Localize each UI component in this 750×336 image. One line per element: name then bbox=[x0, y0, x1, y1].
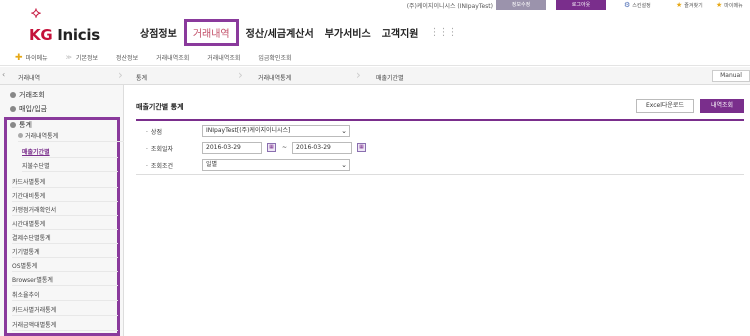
all-menu-grid-icon[interactable]: ⋮⋮⋮ bbox=[430, 27, 458, 38]
sidebar-item-payment-method[interactable]: 지불수단별 bbox=[22, 161, 118, 172]
form-row-condition: 조회조건 일별⌄ bbox=[136, 157, 744, 173]
condition-select[interactable]: 일별 ⌄ bbox=[202, 159, 350, 171]
info-edit-button[interactable]: 정보수정 bbox=[496, 0, 546, 10]
sidebar-item[interactable]: 거래금액대별통계 bbox=[12, 320, 118, 331]
subnav-item-basic-info[interactable]: 기본정보 bbox=[76, 53, 98, 62]
breadcrumb-item-stats[interactable]: 통계 bbox=[136, 73, 147, 82]
breadcrumb-separator-icon: › bbox=[356, 68, 361, 82]
condition-field-label: 조회조건 bbox=[146, 161, 173, 170]
sidebar-item[interactable]: OS별통계 bbox=[12, 261, 118, 272]
date-from-input[interactable]: 2016-03-29 bbox=[202, 142, 262, 154]
excel-download-button[interactable]: Excel다운로드 bbox=[636, 99, 694, 113]
sidebar: 거래조회 매입/입금 통계 거래내역통계 매출기간별 지불수단별 카드사별통계 … bbox=[0, 85, 124, 336]
subnav-item-deposit[interactable]: 입금확인조회 bbox=[258, 53, 291, 62]
subnav-item-transactions-1[interactable]: 거래내역조회 bbox=[156, 53, 189, 62]
star-icon: ★ bbox=[716, 1, 723, 9]
sidebar-item[interactable]: 시간대별통계 bbox=[12, 219, 118, 230]
my-menu-item[interactable]: 마이메뉴 bbox=[26, 53, 48, 62]
favorites-link[interactable]: ★ 즐겨찾기 bbox=[676, 1, 703, 9]
chevron-left-icon[interactable]: ‹ bbox=[2, 70, 5, 79]
main-content: 매출기간별 통계 Excel다운로드 내역조회 상점 INIpayTest[(주… bbox=[124, 85, 750, 336]
date-field-label: 조회일자 bbox=[146, 144, 173, 153]
sub-navigation: ✚ 마이메뉴 ≫ 기본정보 정산정보 거래내역조회 거래내역조회 입금확인조회 bbox=[0, 50, 750, 66]
sidebar-group-stats[interactable]: 통계 bbox=[10, 120, 32, 130]
sidebar-item[interactable]: Browser별통계 bbox=[12, 275, 118, 286]
sidebar-item[interactable]: 카드사별통계 bbox=[12, 177, 118, 188]
date-range-separator: ~ bbox=[282, 144, 288, 151]
date-to-input[interactable]: 2016-03-29 bbox=[292, 142, 352, 154]
page-title: 매출기간별 통계 bbox=[136, 103, 184, 111]
breadcrumb-section: 거래내역 bbox=[18, 75, 41, 82]
breadcrumb-item-tx-stats[interactable]: 거래내역통계 bbox=[258, 73, 291, 82]
store-select[interactable]: INIpayTest[(주)케이지이니시스] ⌄ bbox=[202, 125, 350, 137]
skin-settings-link[interactable]: ⚙ 스킨설정 bbox=[624, 1, 651, 9]
nav-settlement-tax[interactable]: 정산/세금계산서 bbox=[246, 25, 314, 40]
chevron-down-icon: ⌄ bbox=[341, 127, 347, 135]
gear-icon: ⚙ bbox=[624, 1, 631, 9]
nav-customer-support[interactable]: 고객지원 bbox=[382, 25, 419, 40]
calendar-icon[interactable]: ▦ bbox=[357, 143, 366, 152]
form-row-store: 상점 INIpayTest[(주)케이지이니시스]⌄ bbox=[136, 123, 744, 139]
breadcrumb: ‹ 거래내역 › 통계 › 거래내역통계 › 매출기간별 Manual bbox=[0, 67, 750, 85]
breadcrumb-item-current: 매출기간별 bbox=[376, 75, 404, 82]
search-button[interactable]: 내역조회 bbox=[700, 99, 744, 113]
subnav-item-settlement-info[interactable]: 정산정보 bbox=[116, 53, 138, 62]
sidebar-item[interactable]: 취소율추이 bbox=[12, 290, 118, 301]
nav-store-info[interactable]: 상점정보 bbox=[140, 25, 177, 40]
sidebar-group-inquiry[interactable]: 거래조회 bbox=[10, 90, 45, 100]
search-form: 상점 INIpayTest[(주)케이지이니시스]⌄ 조회일자 2016-03-… bbox=[136, 119, 744, 175]
sidebar-item[interactable]: 카드사별거래통계 bbox=[12, 305, 118, 316]
sidebar-group-purchase[interactable]: 매입/입금 bbox=[10, 104, 47, 114]
store-field-label: 상점 bbox=[146, 127, 162, 136]
breadcrumb-separator-icon: › bbox=[238, 68, 243, 82]
sidebar-item[interactable]: 가맹점거래확인서 bbox=[12, 205, 118, 216]
star-icon: ★ bbox=[676, 1, 683, 9]
manual-button[interactable]: Manual bbox=[712, 70, 750, 82]
sidebar-item[interactable]: 기기별통계 bbox=[12, 247, 118, 258]
double-chevron-icon: ≫ bbox=[65, 54, 72, 61]
sidebar-item-sales-period[interactable]: 매출기간별 bbox=[22, 147, 118, 158]
my-menu-link[interactable]: ★ 마이메뉴 bbox=[716, 1, 743, 9]
logo-text: KG Inicis bbox=[29, 26, 100, 44]
sidebar-item-tx-stats[interactable]: 거래내역통계 bbox=[18, 131, 124, 142]
plus-icon: ✚ bbox=[15, 52, 23, 63]
bullet-icon bbox=[10, 106, 16, 112]
breadcrumb-separator-icon: › bbox=[118, 68, 123, 82]
chevron-down-icon: ⌄ bbox=[341, 161, 347, 169]
calendar-icon[interactable]: ▦ bbox=[267, 143, 276, 152]
sidebar-item[interactable]: 기간대비통계 bbox=[12, 191, 118, 202]
logout-button[interactable]: 로그아웃 bbox=[556, 0, 606, 10]
main-navigation: 상점정보 거래내역 정산/세금계산서 부가서비스 고객지원 ⋮⋮⋮ bbox=[140, 18, 458, 46]
subnav-item-transactions-2[interactable]: 거래내역조회 bbox=[207, 53, 240, 62]
logo-mark-icon: ⯎ bbox=[31, 6, 42, 22]
store-label: (주)케이지이니시스 (INIpayTest) bbox=[406, 3, 493, 10]
nav-extra-services[interactable]: 부가서비스 bbox=[325, 25, 371, 40]
kg-inicis-logo[interactable]: ⯎ KG Inicis bbox=[14, 7, 124, 47]
bullet-icon bbox=[18, 133, 23, 138]
bullet-icon bbox=[10, 92, 16, 98]
nav-transactions[interactable]: 거래내역 bbox=[183, 18, 239, 46]
form-row-date: 조회일자 2016-03-29 ▦ ~ 2016-03-29 ▦ bbox=[136, 140, 744, 156]
bullet-icon bbox=[10, 122, 16, 128]
sidebar-item[interactable]: 결제수단별통계 bbox=[12, 233, 118, 244]
